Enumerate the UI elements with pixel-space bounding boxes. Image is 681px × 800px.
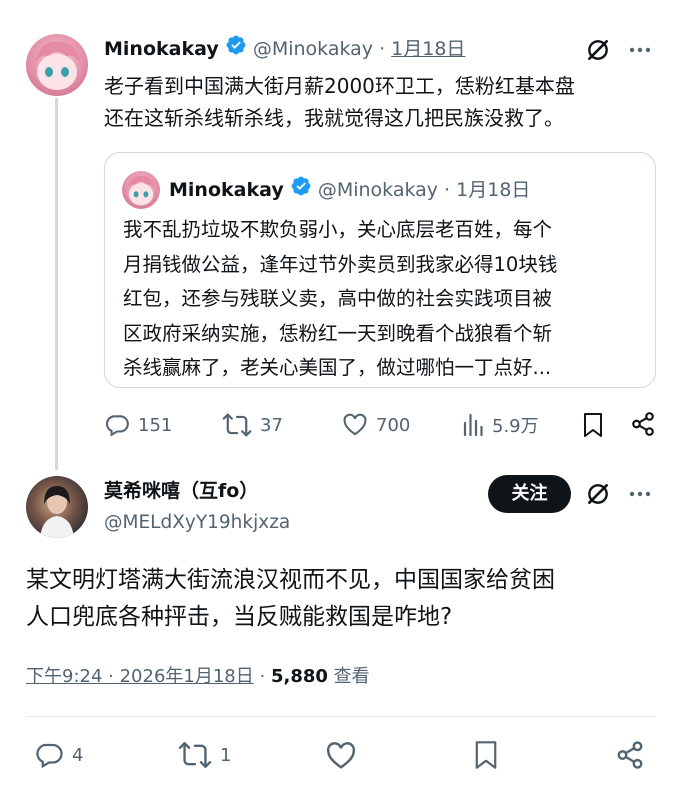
tweet-text-line: 老子看到中国满大街月薪2000环卫工，恁粉红基本盘 <box>104 74 575 98</box>
quoted-text-line: 月捐钱做公益，逢年过节外卖员到我家必得10块钱 <box>123 252 558 276</box>
main-display-name[interactable]: 莫希咪嘻（互fo） <box>104 477 258 505</box>
verified-badge-icon <box>290 175 312 206</box>
main-handle[interactable]: @MELdXyY19hkjxza <box>104 509 290 537</box>
separator: · <box>259 666 266 687</box>
tweet-date[interactable]: 1月18日 <box>391 38 465 60</box>
reply-icon <box>34 740 64 770</box>
avatar <box>122 171 160 209</box>
display-name[interactable]: Minokakay <box>104 38 219 60</box>
heart-icon[interactable] <box>325 740 357 772</box>
reply-icon <box>104 412 130 438</box>
share-icon[interactable] <box>615 740 645 770</box>
main-tweet-text-line: 某文明灯塔满大街流浪汉视而不见，中国国家给贫困 <box>26 567 555 593</box>
quoted-header: Minokakay @Minokakay · 1月18日 <box>169 175 530 205</box>
tweet-text-line: 还在这斩杀线斩杀线，我就觉得这几把民族没救了。 <box>104 106 564 130</box>
quoted-display-name: Minokakay <box>169 179 284 201</box>
tweet-timestamp[interactable]: 下午9:24 · 2026年1月18日 <box>26 666 254 687</box>
main-tweet-text: 某文明灯塔满大街流浪汉视而不见，中国国家给贫困 人口兜底各种抨击，当反贼能救国是… <box>26 562 666 636</box>
quoted-text-line: 红包，还参与残联义卖，高中做的社会实践项目被 <box>123 287 553 310</box>
separator: · <box>444 179 451 201</box>
quoted-text-line: 我不乱扔垃圾不欺负弱小，关心底层老百姓，每个 <box>123 218 553 241</box>
heart-icon <box>342 412 368 438</box>
retweet-icon <box>178 740 212 770</box>
grok-icon[interactable] <box>585 481 611 507</box>
retweet-action[interactable]: 1 <box>178 740 231 770</box>
quoted-tweet-card[interactable]: Minokakay @Minokakay · 1月18日 我不乱扔垃圾不欺负弱小… <box>104 152 656 388</box>
quoted-text-line: 杀线赢麻了，老关心美国了，做过哪怕一丁点好... <box>123 356 552 379</box>
views-label: 查看 <box>333 666 370 687</box>
views-action[interactable]: 5.9万 <box>462 410 539 440</box>
share-icon[interactable] <box>630 411 656 437</box>
views-count: 5,880 <box>270 666 328 687</box>
retweet-action[interactable]: 37 <box>222 410 283 440</box>
bookmark-icon[interactable] <box>582 412 604 438</box>
more-options-icon[interactable] <box>628 39 652 61</box>
like-action[interactable]: 700 <box>342 410 410 440</box>
tweet-header: Minokakay @Minokakay · 1月18日 <box>104 34 465 64</box>
views-count: 5.9万 <box>492 416 539 437</box>
like-count: 700 <box>376 414 411 436</box>
analytics-icon <box>462 413 484 437</box>
avatar[interactable] <box>26 476 88 538</box>
tweet-text: 老子看到中国满大街月薪2000环卫工，恁粉红基本盘 还在这斩杀线斩杀线，我就觉得… <box>104 70 664 134</box>
handle[interactable]: @Minokakay <box>253 38 373 60</box>
quoted-date: 1月18日 <box>456 179 531 201</box>
thread-line <box>55 98 58 470</box>
avatar[interactable] <box>26 34 88 96</box>
retweet-count: 1 <box>220 744 232 766</box>
grok-icon[interactable] <box>585 37 611 63</box>
quoted-text: 我不乱扔垃圾不欺负弱小，关心底层老百姓，每个 月捐钱做公益，逢年过节外卖员到我家… <box>123 213 643 386</box>
bookmark-icon[interactable] <box>473 740 499 770</box>
more-options-icon[interactable] <box>628 483 652 505</box>
retweet-icon <box>222 412 252 438</box>
reply-count: 151 <box>138 414 173 436</box>
reply-action[interactable]: 4 <box>34 740 83 770</box>
quoted-handle: @Minokakay <box>317 179 439 201</box>
reply-count: 4 <box>72 744 84 766</box>
quoted-text-line: 区政府采纳实施，恁粉红一天到晚看个战狼看个斩 <box>123 321 553 345</box>
main-tweet-text-line: 人口兜底各种抨击，当反贼能救国是咋地? <box>26 604 453 630</box>
divider <box>26 716 656 717</box>
verified-badge-icon <box>225 34 247 65</box>
separator: · <box>379 38 386 60</box>
reply-action[interactable]: 151 <box>104 410 172 440</box>
retweet-count: 37 <box>260 414 283 436</box>
tweet-meta: 下午9:24 · 2026年1月18日 · 5,880 查看 <box>26 662 370 692</box>
follow-button[interactable]: 关注 <box>488 475 571 513</box>
